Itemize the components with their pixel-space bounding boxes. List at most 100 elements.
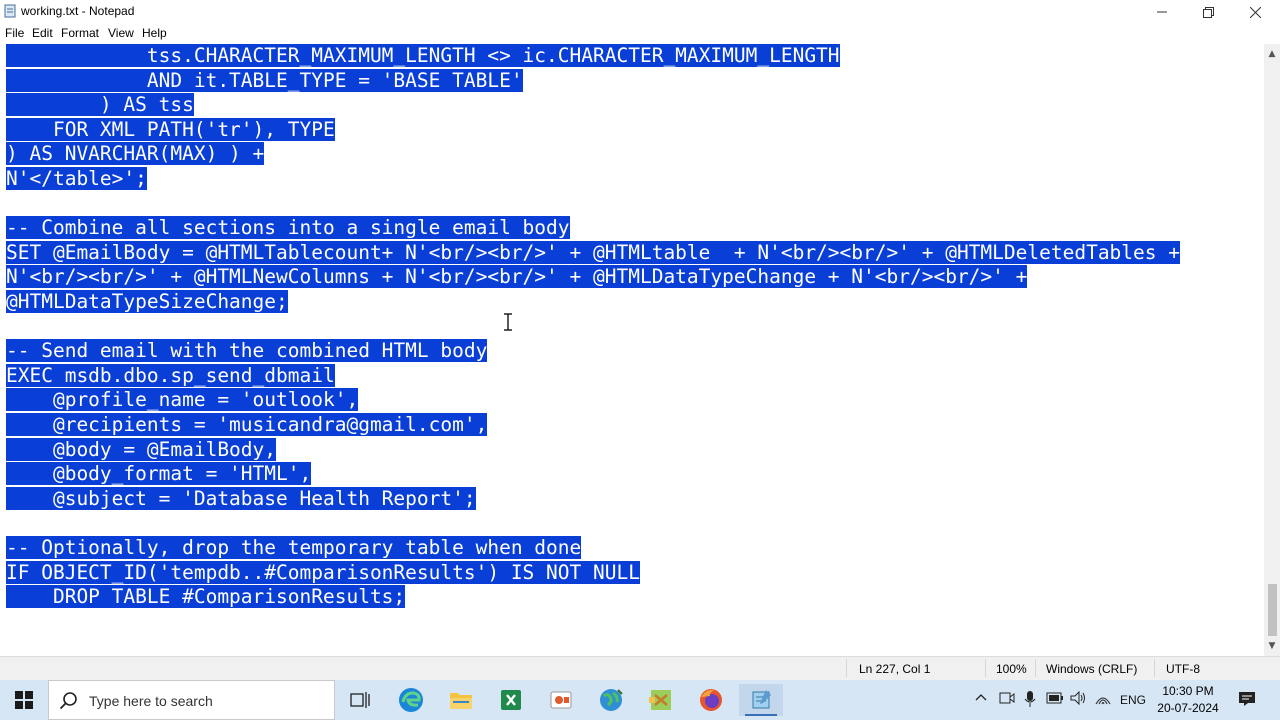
restore-button[interactable] <box>1185 0 1231 24</box>
editor-line: EXEC msdb.dbo.sp_send_dbmail <box>6 363 335 388</box>
minimize-icon <box>1157 11 1167 13</box>
tray-microphone[interactable] <box>1024 690 1036 711</box>
taskbar-file-explorer[interactable] <box>439 684 483 716</box>
presentation-app-icon <box>550 691 572 709</box>
selected-text: -- Optionally, drop the temporary table … <box>6 536 582 559</box>
selected-text: @profile_name = 'outlook', <box>6 388 359 412</box>
selected-text: @subject = 'Database Health Report'; <box>6 486 476 510</box>
text-cursor-icon <box>504 313 512 331</box>
selected-text: FOR XML PATH('tr'), TYPE <box>6 117 335 141</box>
scroll-down-icon[interactable]: ▼ <box>1264 638 1280 654</box>
search-icon <box>59 692 77 710</box>
edge-browser-icon <box>399 688 423 712</box>
editor-line: ) AS tss <box>6 93 194 117</box>
clock-date: 20-07-2024 <box>1157 701 1219 715</box>
search-placeholder: Type here to search <box>89 693 213 709</box>
encoding: UTF-8 <box>1166 662 1200 676</box>
notification-icon <box>1239 692 1255 706</box>
taskbar-xml-tool[interactable] <box>639 684 683 716</box>
editor-line: -- Send email with the combined HTML bod… <box>6 339 488 363</box>
taskbar-excel-app[interactable] <box>489 684 533 716</box>
taskbar-notepad[interactable] <box>739 684 783 716</box>
editor-line: tss.CHARACTER_MAXIMUM_LENGTH <> ic.CHARA… <box>6 44 840 68</box>
taskbar-clock[interactable]: 10:30 PM 20-07-2024 <box>1152 683 1224 717</box>
editor-line: @HTMLDataTypeSizeChange; <box>6 290 288 314</box>
notification-button[interactable] <box>1238 691 1256 710</box>
xml-tool-icon <box>649 690 671 710</box>
firefox-icon <box>700 689 722 711</box>
line-ending: Windows (CRLF) <box>1046 662 1138 676</box>
editor-line: N'</table>'; <box>6 167 147 191</box>
selected-text: ) AS NVARCHAR(MAX) ) + <box>6 142 265 166</box>
start-button[interactable] <box>0 680 48 720</box>
editor-line: @subject = 'Database Health Report'; <box>6 486 476 511</box>
globe-icon <box>600 689 623 711</box>
cursor-position: Ln 227, Col 1 <box>859 662 931 676</box>
battery-icon <box>1046 692 1063 704</box>
speaker-icon <box>1070 690 1085 706</box>
selected-text: tss.CHARACTER_MAXIMUM_LENGTH <> ic.CHARA… <box>6 44 840 67</box>
selected-text: EXEC msdb.dbo.sp_send_dbmail <box>6 363 335 387</box>
editor-line: @body_format = 'HTML', <box>6 462 312 486</box>
notepad-icon <box>752 690 771 709</box>
editor-line: @recipients = 'musicandra@gmail.com', <box>6 413 488 437</box>
selected-text: N'<br/><br/>' + @HTMLNewColumns + N'<br/… <box>6 265 1028 289</box>
menu-view[interactable]: View <box>108 26 134 40</box>
editor-line: FOR XML PATH('tr'), TYPE <box>6 117 335 142</box>
windows-logo-icon <box>15 691 33 709</box>
taskbar-presentation-app[interactable] <box>539 684 583 716</box>
editor-line: @profile_name = 'outlook', <box>6 388 359 412</box>
text-editor[interactable]: tss.CHARACTER_MAXIMUM_LENGTH <> ic.CHARA… <box>0 44 1264 656</box>
selected-text: N'</table>'; <box>6 167 147 190</box>
selected-text: @body = @EmailBody, <box>6 437 277 461</box>
minimize-button[interactable] <box>1139 0 1185 24</box>
scrollbar-thumb[interactable] <box>1268 584 1277 636</box>
editor-line: SET @EmailBody = @HTMLTablecount+ N'<br/… <box>6 240 1180 265</box>
editor-line: @body = @EmailBody, <box>6 437 277 462</box>
selected-text: SET @EmailBody = @HTMLTablecount+ N'<br/… <box>6 240 1180 264</box>
taskbar-edge[interactable] <box>389 684 433 716</box>
status-bar: Ln 227, Col 1 100% Windows (CRLF) UTF-8 <box>0 656 1280 681</box>
tray-battery[interactable] <box>1046 692 1064 707</box>
editor-line: N'<br/><br/>' + @HTMLNewColumns + N'<br/… <box>6 265 1028 289</box>
menu-help[interactable]: Help <box>142 26 167 40</box>
microphone-icon <box>1024 691 1036 707</box>
menu-format[interactable]: Format <box>61 26 99 40</box>
editor-line: -- Combine all sections into a single em… <box>6 216 570 240</box>
tray-meet-now[interactable] <box>999 691 1015 708</box>
editor-line: IF OBJECT_ID('tempdb..#ComparisonResults… <box>6 560 640 585</box>
taskbar: Type here to search ENG 10:30 PM 20-07-2… <box>0 680 1280 720</box>
selected-text: @body_format = 'HTML', <box>6 462 312 486</box>
tray-wifi[interactable] <box>1095 691 1111 708</box>
folder-icon <box>450 693 472 709</box>
menu-edit[interactable]: Edit <box>32 26 53 40</box>
selected-text: IF OBJECT_ID('tempdb..#ComparisonResults… <box>6 560 640 584</box>
tray-volume[interactable] <box>1070 690 1086 708</box>
wifi-icon <box>1095 697 1111 705</box>
menu-file[interactable]: File <box>5 26 24 40</box>
editor-line: ) AS NVARCHAR(MAX) ) + <box>6 142 265 166</box>
zoom-level: 100% <box>996 662 1027 676</box>
close-button[interactable] <box>1232 0 1278 24</box>
selected-text: ) AS tss <box>6 93 194 117</box>
taskbar-firefox[interactable] <box>689 684 733 716</box>
scroll-up-icon[interactable]: ▲ <box>1264 46 1280 62</box>
editor-line: AND it.TABLE_TYPE = 'BASE TABLE' <box>6 68 523 93</box>
task-view-icon <box>350 692 370 708</box>
close-icon <box>1249 6 1261 18</box>
tray-language[interactable]: ENG <box>1120 693 1146 707</box>
taskbar-globe-app[interactable] <box>589 684 633 716</box>
window-title: working.txt - Notepad <box>21 4 135 18</box>
task-view-button[interactable] <box>338 684 382 716</box>
active-indicator <box>745 714 777 716</box>
selected-text: -- Combine all sections into a single em… <box>6 216 570 240</box>
selected-text: AND it.TABLE_TYPE = 'BASE TABLE' <box>6 68 523 92</box>
selected-text: -- Send email with the combined HTML bod… <box>6 339 488 363</box>
selected-text: DROP TABLE #ComparisonResults; <box>6 585 406 609</box>
excel-app-icon <box>501 690 521 710</box>
show-hidden-icons[interactable] <box>975 691 987 705</box>
restore-icon <box>1202 6 1214 18</box>
selected-text: @HTMLDataTypeSizeChange; <box>6 290 288 313</box>
taskbar-search-box[interactable]: Type here to search <box>48 680 335 720</box>
vertical-scrollbar[interactable]: ▲ ▼ <box>1264 44 1280 656</box>
